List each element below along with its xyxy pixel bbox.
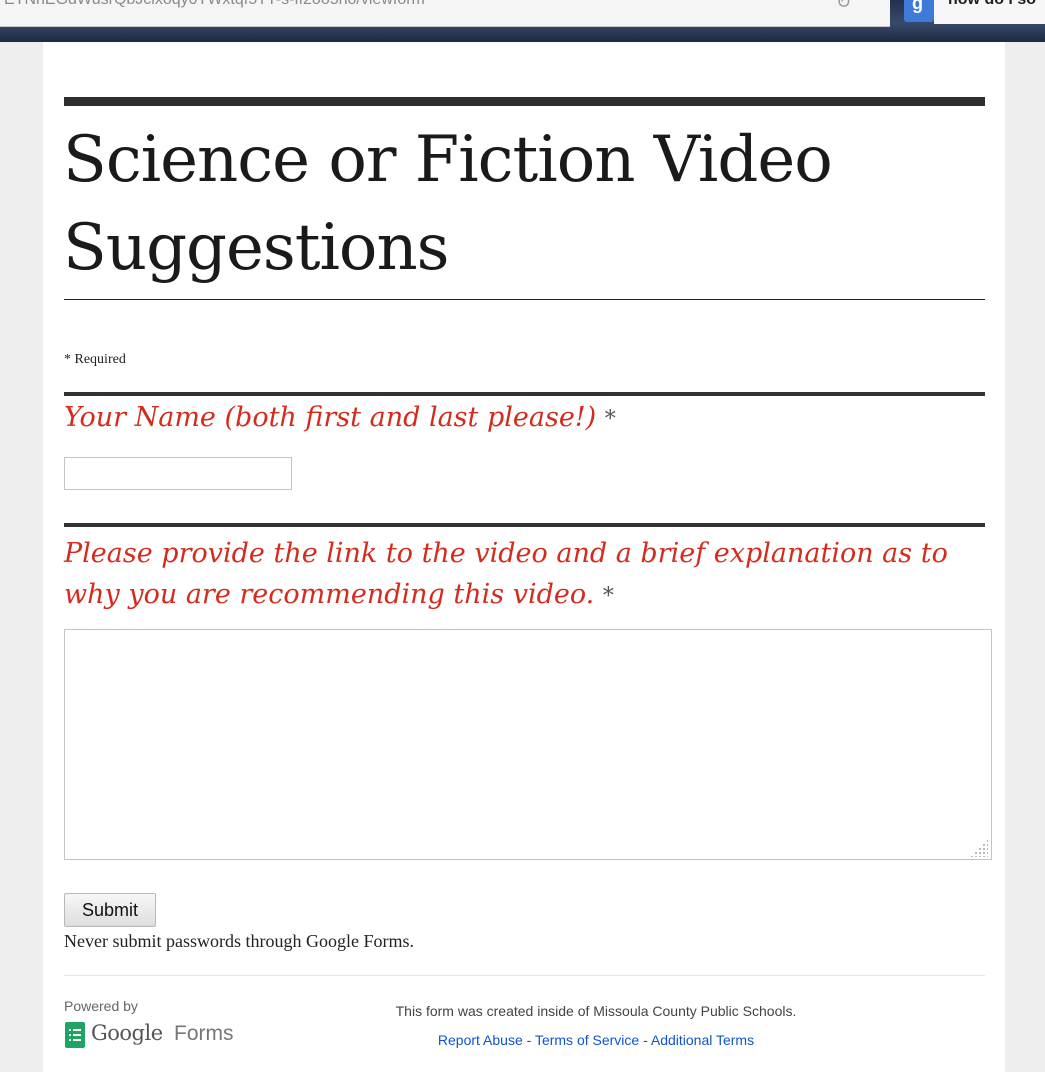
footer-links: Report Abuse - Terms of Service - Additi… bbox=[306, 1032, 886, 1048]
footer-divider bbox=[64, 975, 985, 976]
title-rule bbox=[64, 299, 985, 300]
browser-search-text: how do i so bbox=[948, 0, 1036, 9]
question-title-name: Your Name (both first and last please!) … bbox=[64, 402, 984, 433]
required-note: * Required bbox=[64, 352, 126, 367]
organization-note: This form was created inside of Missoula… bbox=[395, 1003, 797, 1019]
form-page: Science or Fiction Video Suggestions * R… bbox=[43, 42, 1005, 1072]
question-divider bbox=[64, 523, 985, 527]
address-bar-url: ETNhEGdWusrQbJclxoqy0TWxtqf5TT-s-ff2oo5n… bbox=[4, 0, 425, 9]
reload-icon[interactable]: ↻ bbox=[836, 0, 851, 13]
header-rule bbox=[64, 97, 985, 106]
name-input[interactable] bbox=[64, 457, 292, 490]
required-mark: * bbox=[604, 407, 616, 432]
question-label: Please provide the link to the video and… bbox=[64, 538, 948, 610]
google-logo-text[interactable]: Google bbox=[91, 1021, 163, 1045]
required-mark: * bbox=[602, 584, 614, 609]
password-warning: Never submit passwords through Google Fo… bbox=[64, 931, 414, 951]
video-link-textarea[interactable] bbox=[64, 629, 992, 860]
powered-by-label: Powered by bbox=[64, 998, 138, 1014]
question-divider bbox=[64, 392, 985, 396]
question-title-link: Please provide the link to the video and… bbox=[64, 533, 984, 617]
question-label: Your Name (both first and last please!) bbox=[64, 402, 597, 433]
address-bar[interactable]: ETNhEGdWusrQbJclxoqy0TWxtqf5TT-s-ff2oo5n… bbox=[0, 0, 890, 27]
terms-of-service-link[interactable]: Terms of Service bbox=[535, 1032, 639, 1048]
submit-button[interactable]: Submit bbox=[64, 893, 156, 927]
google-forms-logo-icon[interactable] bbox=[65, 1022, 85, 1048]
forms-logo-text[interactable]: Forms bbox=[174, 1022, 234, 1046]
browser-search-box[interactable]: how do i so bbox=[934, 0, 1045, 24]
search-engine-icon[interactable]: g bbox=[904, 0, 934, 22]
link-separator: - bbox=[522, 1032, 535, 1048]
report-abuse-link[interactable]: Report Abuse bbox=[438, 1032, 523, 1048]
link-separator: - bbox=[639, 1032, 651, 1048]
form-title: Science or Fiction Video Suggestions bbox=[63, 123, 833, 285]
additional-terms-link[interactable]: Additional Terms bbox=[651, 1032, 754, 1048]
browser-toolbar: ETNhEGdWusrQbJclxoqy0TWxtqf5TT-s-ff2oo5n… bbox=[0, 0, 1045, 42]
